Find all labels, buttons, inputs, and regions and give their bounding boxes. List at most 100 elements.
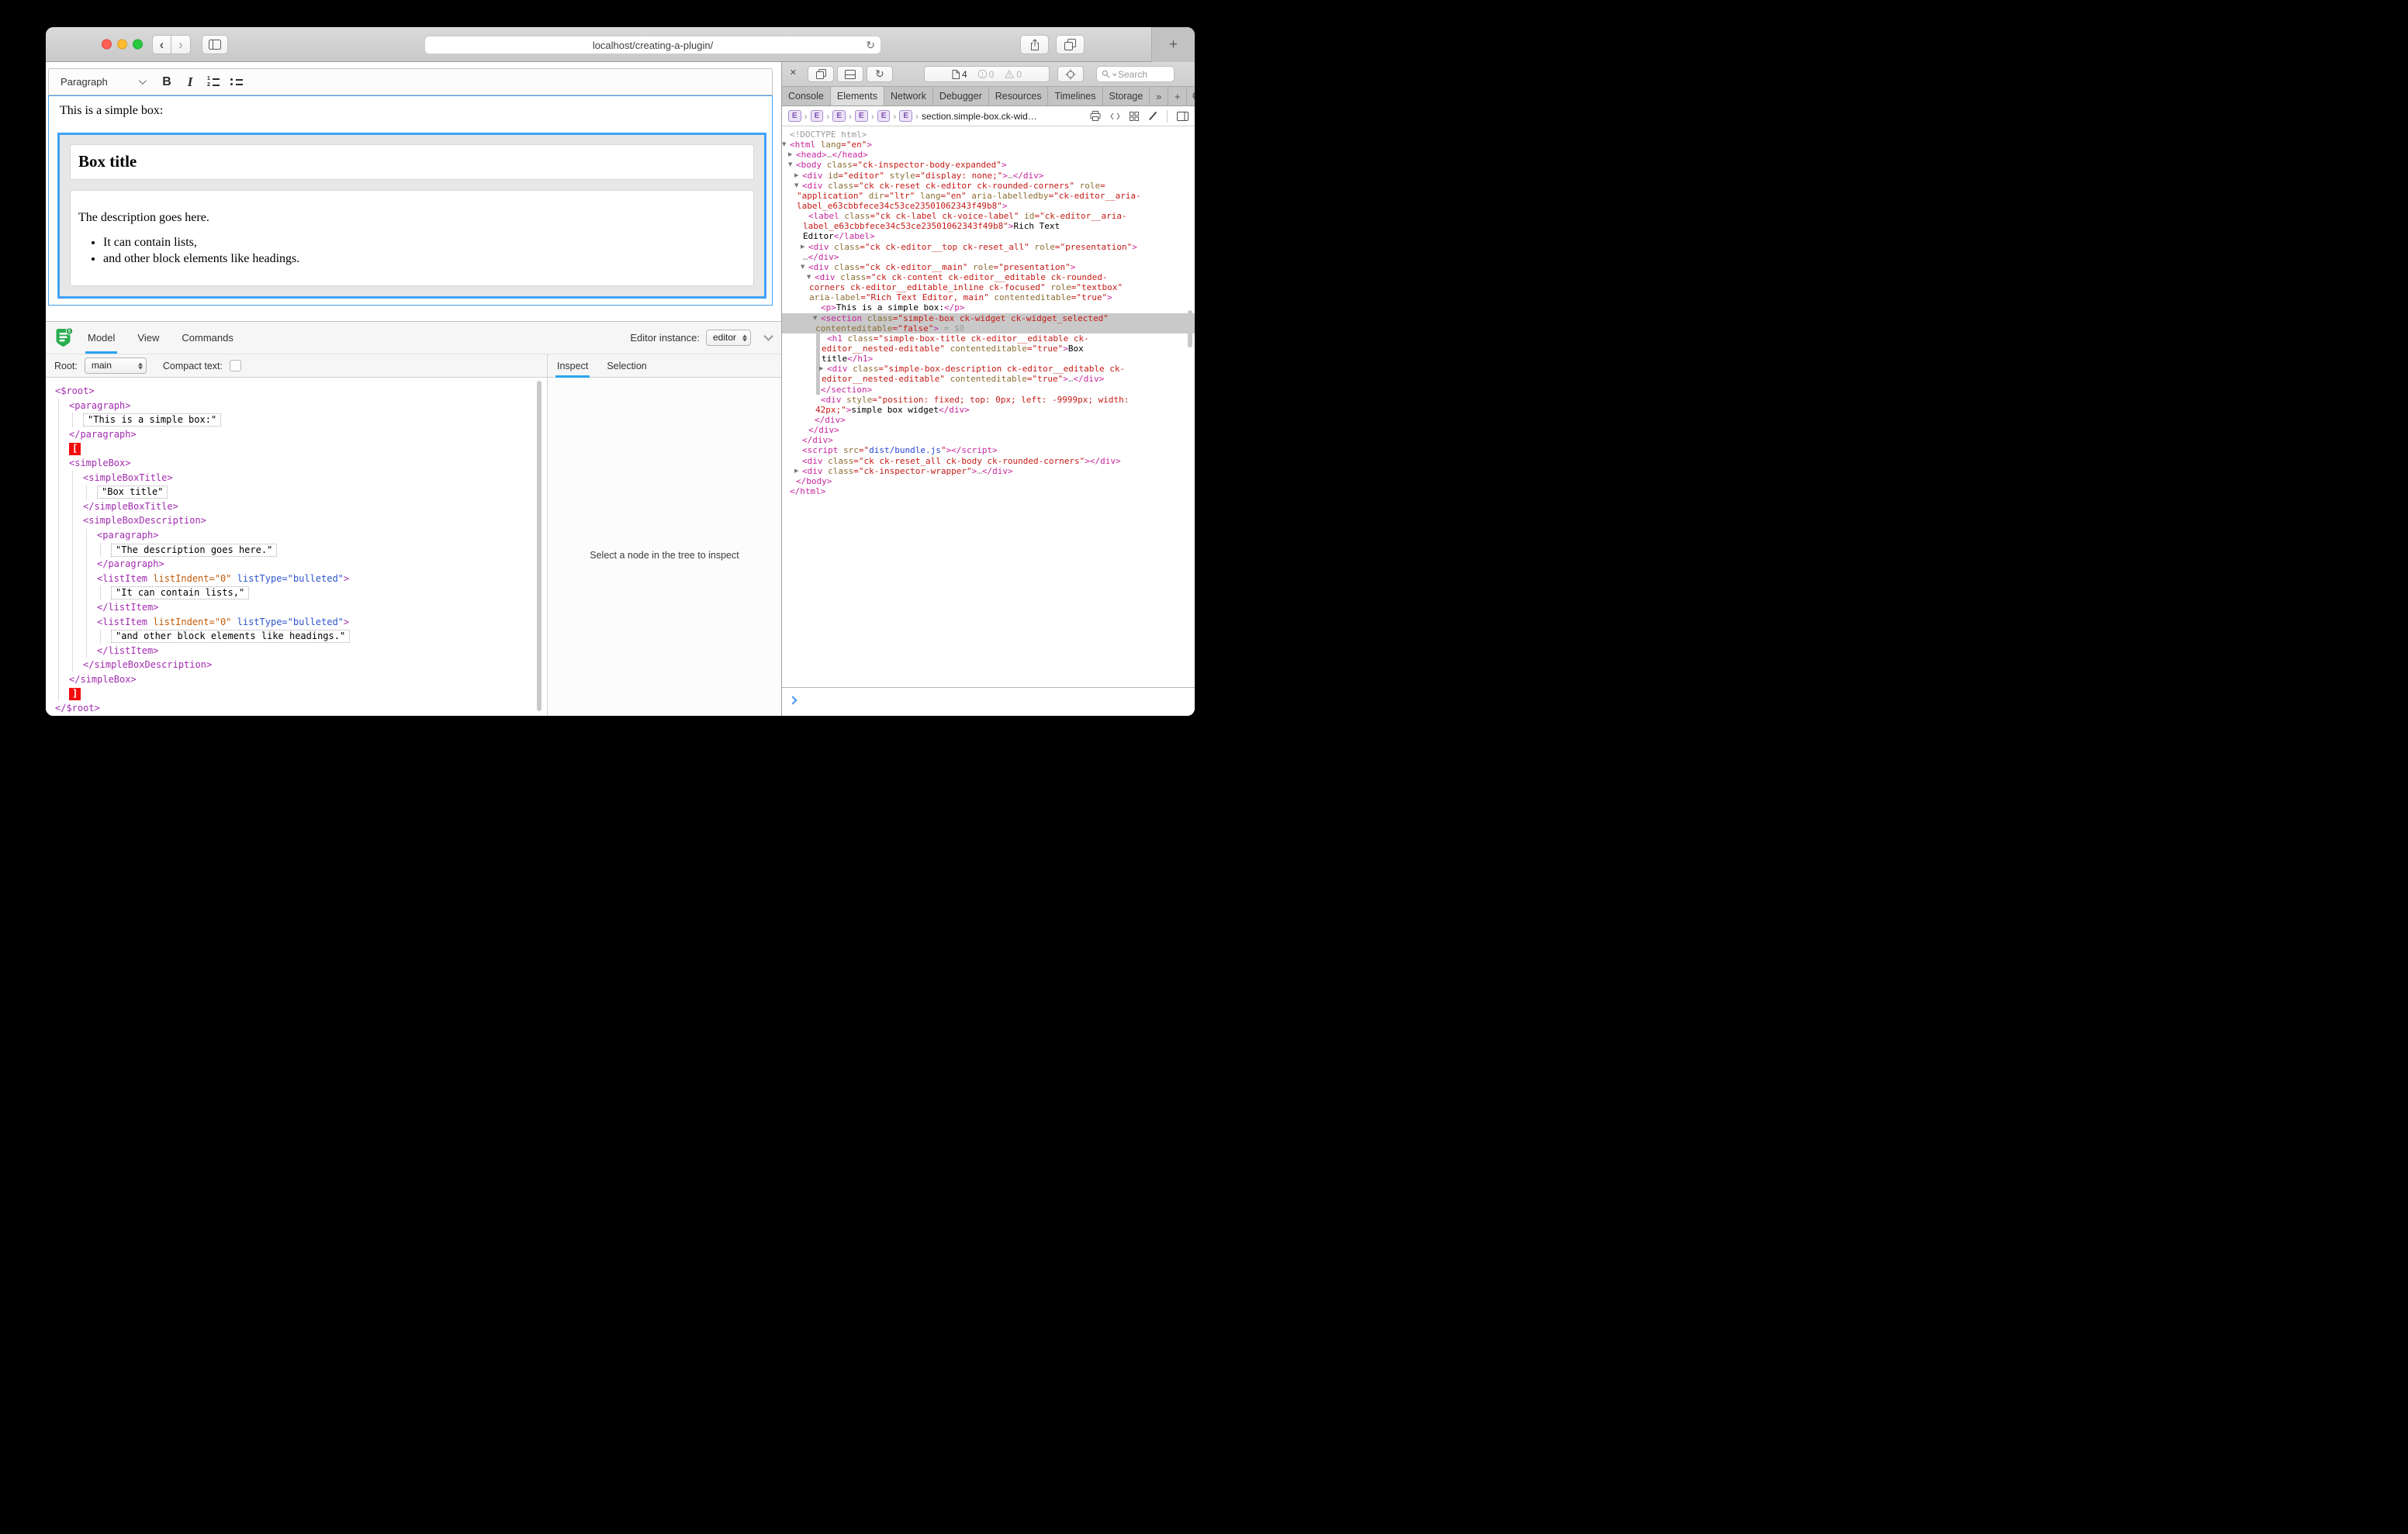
list-item[interactable]: It can contain lists, [103, 236, 753, 250]
breadcrumb-element-badge[interactable]: E [855, 110, 868, 122]
root-select[interactable]: main [85, 358, 147, 374]
dom-tree-line[interactable]: Editor</label> [782, 231, 1195, 241]
model-tree-line[interactable]: </simpleBoxDescription> [46, 658, 547, 672]
model-tree-line[interactable]: <listItem listIndent="0" listType="bulle… [46, 615, 547, 630]
details-sidebar-icon[interactable] [1177, 112, 1188, 121]
bulleted-list-button[interactable] [227, 72, 247, 92]
editor-paragraph[interactable]: This is a simple box: [60, 104, 163, 118]
model-tree-line[interactable]: </$root> [46, 701, 547, 716]
rich-text-editable[interactable]: This is a simple box: Box title The desc… [48, 95, 773, 306]
model-tree-line[interactable]: <paragraph> [46, 399, 547, 413]
numbered-list-button[interactable]: 1 2 [203, 72, 223, 92]
devtools-tab-debugger[interactable]: Debugger [932, 87, 988, 105]
devtools-tab-storage[interactable]: Storage [1102, 87, 1150, 105]
dom-tree-scrollbar[interactable] [1188, 310, 1192, 347]
editor-instance-select[interactable]: editor [706, 330, 751, 346]
inspector-tab-selection[interactable]: Selection [607, 354, 646, 378]
devtools-tab-network[interactable]: Network [884, 87, 932, 105]
dom-tree-line[interactable]: "application" dir="ltr" lang="en" aria-l… [782, 191, 1195, 201]
close-devtools-icon[interactable]: × [790, 66, 797, 79]
model-tree-line[interactable]: <simpleBoxDescription> [46, 513, 547, 528]
dom-tree-line[interactable]: 42px;">simple box widget</div> [782, 405, 1195, 415]
dom-tree-line[interactable]: ▶<head>…</head> [782, 150, 1195, 160]
dom-tree-line[interactable]: …</div> [782, 252, 1195, 262]
breadcrumb-element-badge[interactable]: E [877, 110, 891, 122]
dom-tree-line[interactable]: <!DOCTYPE html> [782, 130, 1195, 140]
inspector-tab-model[interactable]: Model [88, 322, 115, 354]
dom-tree-line[interactable]: aria-label="Rich Text Editor, main" cont… [782, 292, 1195, 302]
devtools-tab-resources[interactable]: Resources [988, 87, 1048, 105]
dom-tree-line[interactable]: editor__nested-editable" contenteditable… [782, 374, 1195, 384]
paragraph-dropdown[interactable]: Paragraph [61, 76, 144, 88]
force-appearance-icon[interactable] [1148, 111, 1157, 121]
dom-tree-line[interactable]: ▶<div class="ck-inspector-wrapper">…</di… [782, 466, 1195, 476]
forward-button[interactable]: › [171, 35, 191, 54]
inspector-tab-view[interactable]: View [137, 322, 159, 354]
dom-tree-line[interactable]: </body> [782, 476, 1195, 486]
model-tree-line[interactable]: <simpleBoxTitle> [46, 471, 547, 485]
quick-console[interactable] [782, 687, 1195, 716]
dom-tree-line[interactable]: label_e63cbbfece34c53ce23501062343f49b8"… [782, 221, 1195, 231]
dom-tree-line[interactable]: title</h1> [782, 354, 1195, 364]
dom-tree-line[interactable]: <h1 class="simple-box-title ck-editor__e… [782, 333, 1195, 344]
model-tree-line[interactable]: </listItem> [46, 644, 547, 658]
breadcrumb-element-badge[interactable]: E [832, 110, 846, 122]
settings-gear-icon[interactable]: ⚙ [1186, 87, 1195, 105]
element-picker-button[interactable] [1057, 66, 1084, 82]
breadcrumb-element-badge[interactable]: E [899, 110, 912, 122]
model-tree-scrollbar[interactable] [537, 381, 541, 711]
dom-tree-line[interactable]: <div style="position: fixed; top: 0px; l… [782, 395, 1195, 405]
model-tree-line[interactable]: "The description goes here." [46, 543, 547, 558]
dom-tree-line[interactable]: ▼<div class="ck ck-editor__main" role="p… [782, 262, 1195, 272]
dom-tree-line[interactable]: label_e63cbbfece34c53ce23501062343f49b8"… [782, 201, 1195, 211]
dom-tree-line[interactable]: </section> [782, 385, 1195, 395]
model-tree-line[interactable]: <simpleBox> [46, 456, 547, 471]
close-window-button[interactable] [102, 40, 112, 50]
model-tree-line[interactable]: "This is a simple box:" [46, 413, 547, 427]
model-tree-line[interactable]: "Box title" [46, 485, 547, 499]
model-tree-line[interactable]: </simpleBoxTitle> [46, 499, 547, 514]
devtools-tab-timelines[interactable]: Timelines [1047, 87, 1102, 105]
dom-tree-line[interactable]: <label class="ck ck-label ck-voice-label… [782, 211, 1195, 221]
sidebar-toggle-button[interactable] [202, 35, 228, 54]
dom-tree-line[interactable]: editor__nested-editable" contenteditable… [782, 344, 1195, 354]
dom-tree-line[interactable]: <script src="dist/bundle.js"></script> [782, 445, 1195, 455]
dom-tree-line[interactable]: ▼<html lang="en"> [782, 140, 1195, 150]
dock-bottom-button[interactable] [837, 66, 863, 82]
dom-tree-line[interactable]: </div> [782, 415, 1195, 425]
model-tree-line[interactable]: </paragraph> [46, 427, 547, 442]
minimize-window-button[interactable] [117, 40, 127, 50]
layout-grid-icon[interactable] [1130, 112, 1139, 121]
dom-tree-line[interactable]: ▼<div class="ck ck-reset ck-editor ck-ro… [782, 181, 1195, 191]
inspector-tab-inspect[interactable]: Inspect [557, 354, 588, 378]
simple-box-description[interactable]: The description goes here. It can contai… [70, 190, 754, 286]
model-tree-line[interactable]: "and other block elements like headings.… [46, 629, 547, 644]
devtools-tab-elements[interactable]: Elements [830, 87, 884, 105]
dom-tree-line[interactable]: ▶<div id="editor" style="display: none;"… [782, 171, 1195, 181]
italic-button[interactable]: I [180, 72, 200, 92]
dom-tree-line[interactable]: <div class="ck ck-reset_all ck-body ck-r… [782, 456, 1195, 466]
dom-tree-line[interactable]: corners ck-editor__editable_inline ck-fo… [782, 282, 1195, 292]
dock-side-button[interactable] [808, 66, 834, 82]
dom-tree-line[interactable]: contenteditable="false"> = $0 [782, 323, 1195, 333]
model-tree-line[interactable]: ] [46, 686, 547, 701]
bold-button[interactable]: B [157, 72, 177, 92]
dom-tree-line[interactable]: </html> [782, 486, 1195, 496]
dom-tree-line[interactable]: <p>This is a simple box:</p> [782, 302, 1195, 313]
model-tree-line[interactable]: <paragraph> [46, 528, 547, 543]
dom-tree-line[interactable]: </div> [782, 425, 1195, 435]
collapse-inspector-icon[interactable] [763, 331, 773, 341]
breadcrumb-element-badge[interactable]: E [788, 110, 801, 122]
resource-status-button[interactable]: 4 0 0 [924, 66, 1050, 82]
model-tree-line[interactable]: <$root> [46, 384, 547, 399]
inspector-tab-commands[interactable]: Commands [182, 322, 233, 354]
devtools-tab-overflow[interactable]: » [1149, 87, 1168, 105]
model-tree-line[interactable]: <listItem listIndent="0" listType="bulle… [46, 572, 547, 586]
tab-overview-button[interactable] [1056, 35, 1085, 54]
model-tree-line[interactable]: "It can contain lists," [46, 586, 547, 600]
address-bar[interactable]: localhost/creating-a-plugin/ ↻ [424, 36, 881, 54]
show-source-icon[interactable] [1110, 112, 1120, 120]
devtools-tab-console[interactable]: Console [782, 87, 830, 105]
simple-box-title[interactable]: Box title [70, 144, 754, 180]
share-button[interactable] [1020, 35, 1049, 54]
